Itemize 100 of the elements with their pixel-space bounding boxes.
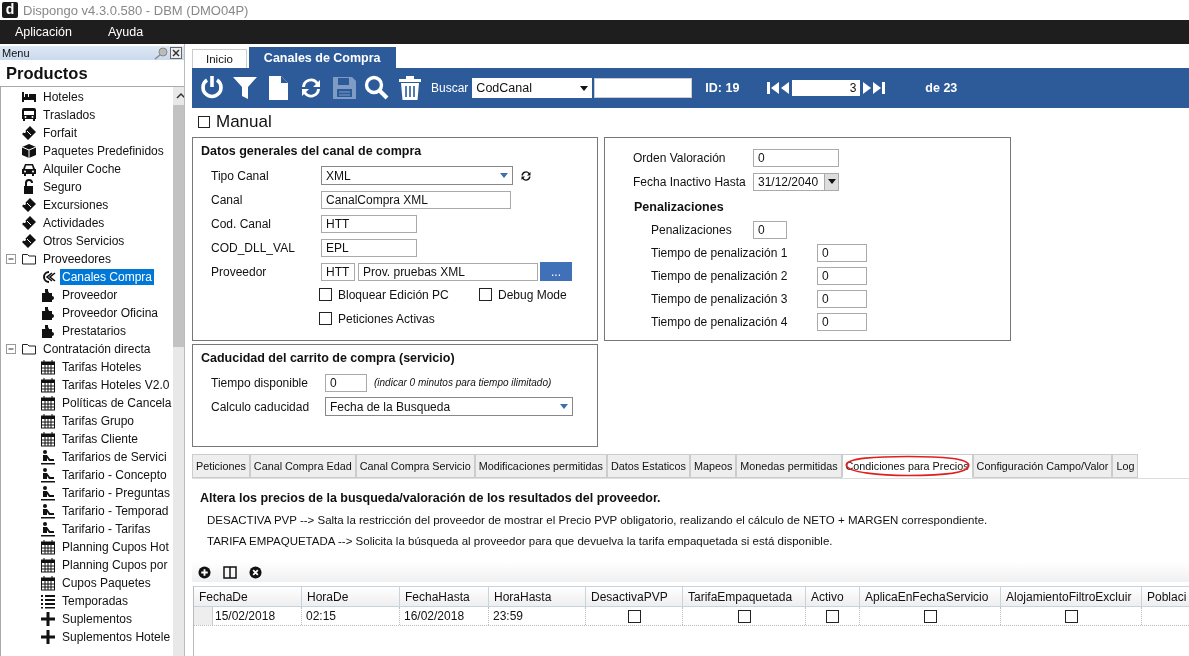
tree-item[interactable]: Proveedor Oficina: [60, 305, 161, 321]
menu-item[interactable]: Ayuda: [108, 25, 144, 39]
checkbox[interactable]: [627, 609, 641, 623]
add-icon[interactable]: [198, 565, 211, 579]
text-field[interactable]: Prov. pruebas XML: [358, 262, 538, 281]
tree-item[interactable]: Proveedores: [41, 251, 114, 267]
filter-icon[interactable]: [231, 74, 259, 102]
list-icon: [40, 593, 56, 609]
tree-item[interactable]: Tarifario - Concepto: [60, 467, 169, 483]
tab[interactable]: Log: [1112, 454, 1139, 478]
tab[interactable]: Canales de Compra: [248, 47, 396, 68]
checkbox[interactable]: [1064, 609, 1078, 623]
text-field[interactable]: 0: [817, 313, 867, 332]
tree-item[interactable]: Contratación directa: [41, 341, 153, 357]
tab[interactable]: Inicio: [192, 49, 247, 68]
tree-item[interactable]: Tarifarios de Servici: [60, 449, 169, 465]
dropdown-field[interactable]: Fecha de la Busqueda: [325, 397, 573, 417]
tree-item[interactable]: Planning Cupos por: [60, 557, 170, 573]
tab[interactable]: Modificaciones permitidas: [474, 454, 607, 478]
text-field[interactable]: 0: [817, 290, 867, 309]
tree-item[interactable]: Tarifario - Tarifas: [60, 521, 153, 537]
tree-item[interactable]: Alquiler Coche: [41, 161, 124, 177]
tree-item[interactable]: Planning Cupos Hot: [60, 539, 171, 555]
column-header[interactable]: Activo: [806, 586, 860, 607]
tree-item[interactable]: Tarifas Grupo: [60, 413, 137, 429]
tree-item[interactable]: Políticas de Cancela: [60, 395, 174, 411]
text-field[interactable]: 0: [325, 373, 367, 392]
tree-item[interactable]: Actividades: [41, 215, 107, 231]
tree-item[interactable]: Traslados: [41, 107, 98, 123]
checkbox[interactable]: [479, 288, 492, 302]
text-field[interactable]: CanalCompra XML: [321, 190, 511, 209]
skier-icon: [40, 449, 56, 465]
tree-item[interactable]: Seguro: [41, 179, 84, 195]
text-field[interactable]: EPL: [321, 238, 417, 257]
tree-item[interactable]: Suplementos Hotele: [60, 629, 173, 645]
tab[interactable]: Peticiones: [192, 454, 250, 478]
tree-item[interactable]: Excursiones: [41, 197, 111, 213]
text-field[interactable]: 0: [753, 221, 787, 240]
column-header[interactable]: Poblaci: [1142, 586, 1189, 607]
tab[interactable]: Canal Compra Servicio: [355, 454, 475, 478]
trash-icon[interactable]: [396, 74, 424, 102]
tree-item[interactable]: Forfait: [41, 125, 79, 141]
column-header[interactable]: HoraDe: [302, 586, 400, 607]
column-header[interactable]: HoraHasta: [489, 586, 586, 607]
field-label: Tiempo de penalización 4: [651, 315, 789, 330]
record-field[interactable]: 3: [792, 80, 861, 96]
browse-button[interactable]: ...: [540, 262, 572, 282]
sidebar-title: Productos: [5, 63, 89, 84]
collapse-icon[interactable]: [6, 343, 17, 355]
column-header[interactable]: AplicaEnFechaServicio: [860, 586, 1001, 607]
tree-item[interactable]: Otros Servicios: [41, 233, 127, 249]
tree-item[interactable]: Suplementos: [60, 611, 135, 627]
column-header[interactable]: TarifaEmpaquetada: [683, 586, 806, 607]
calendar-icon: [40, 539, 56, 555]
column-header[interactable]: FechaHasta: [400, 586, 489, 607]
column-header[interactable]: FechaDe: [194, 586, 302, 607]
tab[interactable]: Canal Compra Edad: [249, 454, 356, 478]
tree-item[interactable]: Tarifas Hoteles: [60, 359, 144, 375]
checkbox[interactable]: [737, 609, 751, 623]
search-field-select[interactable]: CodCanal: [472, 78, 593, 98]
refresh-icon[interactable]: [519, 168, 533, 183]
tree-item[interactable]: Proveedor: [60, 287, 120, 303]
text-field[interactable]: 0: [753, 148, 839, 167]
menu-item[interactable]: Aplicación: [15, 25, 72, 39]
tree-item[interactable]: Tarifario - Temporad: [60, 503, 171, 519]
dropdown-field[interactable]: XML: [321, 166, 513, 186]
checkbox[interactable]: [923, 609, 937, 623]
dropdown-button[interactable]: [824, 173, 838, 190]
remove-icon[interactable]: [249, 565, 262, 579]
field-label: Tiempo de penalización 1: [651, 246, 789, 261]
tab[interactable]: Datos Estaticos: [606, 454, 690, 478]
tab[interactable]: Monedas permitidas: [736, 454, 842, 478]
tree-item[interactable]: Tarifas Cliente: [60, 431, 141, 447]
text-field[interactable]: 0: [817, 267, 867, 286]
tree-item[interactable]: Tarifario - Preguntas: [60, 485, 173, 501]
tree-item[interactable]: Hoteles: [41, 89, 86, 105]
tree-item[interactable]: Tarifas Hoteles V2.0: [60, 377, 172, 393]
search-icon[interactable]: [363, 74, 391, 102]
column-header[interactable]: AlojamientoFiltroExcluir: [1001, 586, 1142, 607]
checkbox[interactable]: [198, 116, 210, 129]
text-field[interactable]: HTT: [321, 214, 417, 233]
checkbox[interactable]: [319, 288, 332, 302]
tree-item[interactable]: Canales Compra: [60, 269, 155, 285]
search-input[interactable]: [594, 78, 693, 98]
collapse-icon[interactable]: [6, 253, 17, 265]
tab[interactable]: Mapeos: [689, 454, 737, 478]
tree-item[interactable]: Cupos Paquetes: [60, 575, 153, 591]
close-icon[interactable]: [170, 47, 182, 59]
text-field[interactable]: 0: [817, 244, 867, 263]
tree-item[interactable]: Prestatarios: [60, 323, 129, 339]
tree-item[interactable]: Temporadas: [60, 593, 131, 609]
checkbox[interactable]: [319, 312, 332, 326]
columns-icon[interactable]: [223, 565, 237, 579]
field-label: Penalizaciones: [651, 223, 733, 238]
tab[interactable]: Configuración Campo/Valor: [972, 454, 1113, 478]
text-field[interactable]: HTT: [321, 262, 355, 281]
tree-item[interactable]: Paquetes Predefinidos: [41, 143, 166, 159]
column-header[interactable]: DesactivaPVP: [586, 586, 683, 607]
checkbox[interactable]: [826, 609, 839, 623]
date-field[interactable]: 31/12/2040: [753, 172, 839, 191]
